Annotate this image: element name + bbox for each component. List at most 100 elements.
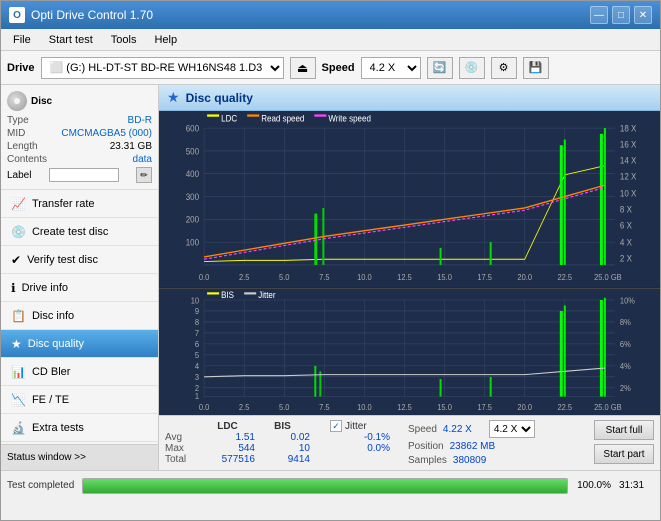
svg-text:10.0: 10.0 (357, 402, 372, 411)
edit-label-button[interactable]: ✏ (136, 167, 152, 183)
speed-stat-label: Speed (408, 424, 437, 435)
menu-help[interactable]: Help (146, 32, 185, 48)
speed-label: Speed (322, 62, 355, 74)
svg-text:5.0: 5.0 (279, 272, 290, 282)
mid-value: CMCMAGBA5 (000) (61, 128, 152, 139)
fe-te-label: FE / TE (32, 394, 69, 406)
total-label: Total (165, 454, 200, 465)
verify-test-disc-label: Verify test disc (27, 254, 98, 266)
bis-header: BIS (255, 420, 310, 432)
eject-button[interactable]: ⏏ (290, 57, 316, 79)
svg-text:16 X: 16 X (620, 139, 637, 150)
position-value: 23862 MB (450, 441, 496, 452)
jitter-checkbox[interactable]: ✓ (330, 420, 342, 432)
svg-text:2.5: 2.5 (239, 272, 250, 282)
svg-text:22.5: 22.5 (558, 402, 573, 411)
svg-text:Read speed: Read speed (261, 113, 304, 124)
sidebar-item-transfer-rate[interactable]: 📈 Transfer rate (1, 190, 158, 218)
ldc-header: LDC (200, 420, 255, 432)
svg-text:400: 400 (186, 169, 200, 180)
svg-text:4 X: 4 X (620, 237, 632, 248)
label-input[interactable] (49, 168, 119, 182)
status-window-button[interactable]: Status window >> (1, 444, 158, 470)
settings-button[interactable]: ⚙ (491, 57, 517, 79)
svg-text:4: 4 (195, 362, 200, 371)
svg-text:2%: 2% (620, 384, 631, 393)
create-test-disc-label: Create test disc (32, 226, 108, 238)
svg-text:20.0: 20.0 (517, 272, 532, 282)
bis-avg: 0.02 (255, 432, 310, 443)
svg-text:200: 200 (186, 214, 200, 225)
main-area: Disc Type BD-R MID CMCMAGBA5 (000) Lengt… (1, 85, 660, 470)
avg-label: Avg (165, 432, 200, 443)
samples-value: 380809 (453, 455, 486, 466)
speed-stat-select[interactable]: 4.2 X (489, 420, 535, 438)
sidebar-item-extra-tests[interactable]: 🔬 Extra tests (1, 414, 158, 442)
sidebar-item-disc-info[interactable]: 📋 Disc info (1, 302, 158, 330)
drivebar: Drive ⬜ (G:) HL-DT-ST BD-RE WH16NS48 1.D… (1, 51, 660, 85)
stats-table: LDC BIS ✓ Jitter Avg 1.51 0.02 -0. (165, 420, 390, 465)
drive-select[interactable]: ⬜ (G:) HL-DT-ST BD-RE WH16NS48 1.D3 (41, 57, 284, 79)
disc-info-label: Disc info (32, 310, 74, 322)
ldc-max: 544 (200, 443, 255, 454)
svg-text:10 X: 10 X (620, 188, 637, 199)
length-value: 23.31 GB (110, 141, 152, 152)
svg-text:10: 10 (191, 296, 200, 305)
svg-text:2.5: 2.5 (239, 402, 250, 411)
sidebar-item-fe-te[interactable]: 📉 FE / TE (1, 386, 158, 414)
svg-text:8: 8 (195, 318, 200, 327)
close-button[interactable]: ✕ (634, 6, 652, 24)
svg-text:20.0: 20.0 (517, 402, 532, 411)
sidebar-item-verify-test-disc[interactable]: ✔ Verify test disc (1, 246, 158, 274)
svg-text:15.0: 15.0 (437, 402, 452, 411)
progress-bar-section: Test completed 100.0% 31:31 (1, 470, 660, 500)
ldc-avg: 1.51 (200, 432, 255, 443)
svg-text:17.5: 17.5 (477, 402, 492, 411)
speed-select[interactable]: 4.2 X (361, 57, 421, 79)
sidebar-item-disc-quality[interactable]: ★ Disc quality (1, 330, 158, 358)
svg-text:0.0: 0.0 (199, 272, 210, 282)
stats-section: LDC BIS ✓ Jitter Avg 1.51 0.02 -0. (159, 415, 660, 470)
ldc-chart: 600 500 400 300 200 100 18 X 16 X 14 X 1… (159, 111, 660, 289)
menu-start-test[interactable]: Start test (41, 32, 101, 48)
svg-text:12 X: 12 X (620, 171, 637, 182)
app-title: Opti Drive Control 1.70 (31, 8, 153, 22)
disc-quality-label: Disc quality (28, 338, 84, 350)
app-icon: O (9, 7, 25, 23)
svg-text:9: 9 (195, 307, 199, 316)
time-display: 31:31 (619, 480, 654, 491)
progress-percent: 100.0% (576, 480, 611, 491)
svg-text:7.5: 7.5 (319, 272, 330, 282)
bis-chart-svg: 10 9 8 7 6 5 4 3 2 1 10% 8% 6% 4% 2% (159, 289, 660, 415)
svg-text:4%: 4% (620, 362, 631, 371)
refresh-button[interactable]: 🔄 (427, 57, 453, 79)
menu-tools[interactable]: Tools (103, 32, 145, 48)
svg-text:10.0: 10.0 (357, 272, 372, 282)
speed-stat-value: 4.22 X (443, 424, 483, 435)
sidebar-item-create-test-disc[interactable]: 💿 Create test disc (1, 218, 158, 246)
cd-bler-icon: 📊 (11, 365, 26, 379)
length-label: Length (7, 141, 38, 152)
bis-chart: 10 9 8 7 6 5 4 3 2 1 10% 8% 6% 4% 2% (159, 289, 660, 415)
maximize-button[interactable]: □ (612, 6, 630, 24)
start-part-button[interactable]: Start part (594, 444, 654, 464)
ldc-total: 577516 (200, 454, 255, 465)
sidebar-item-cd-bler[interactable]: 📊 CD Bler (1, 358, 158, 386)
svg-text:8%: 8% (620, 318, 631, 327)
svg-text:5: 5 (195, 351, 200, 360)
svg-text:600: 600 (186, 123, 200, 134)
minimize-button[interactable]: — (590, 6, 608, 24)
disc-button[interactable]: 💿 (459, 57, 485, 79)
content-area: ★ Disc quality (159, 85, 660, 470)
sidebar-item-drive-info[interactable]: ℹ Drive info (1, 274, 158, 302)
create-test-disc-icon: 💿 (11, 225, 26, 239)
save-button[interactable]: 💾 (523, 57, 549, 79)
svg-text:LDC: LDC (221, 113, 237, 124)
start-full-button[interactable]: Start full (594, 420, 654, 440)
sidebar-nav: 📈 Transfer rate 💿 Create test disc ✔ Ver… (1, 190, 158, 444)
svg-text:7.5: 7.5 (319, 402, 330, 411)
transfer-rate-label: Transfer rate (32, 198, 95, 210)
menu-file[interactable]: File (5, 32, 39, 48)
svg-text:12.5: 12.5 (397, 272, 412, 282)
extra-tests-icon: 🔬 (11, 421, 26, 435)
